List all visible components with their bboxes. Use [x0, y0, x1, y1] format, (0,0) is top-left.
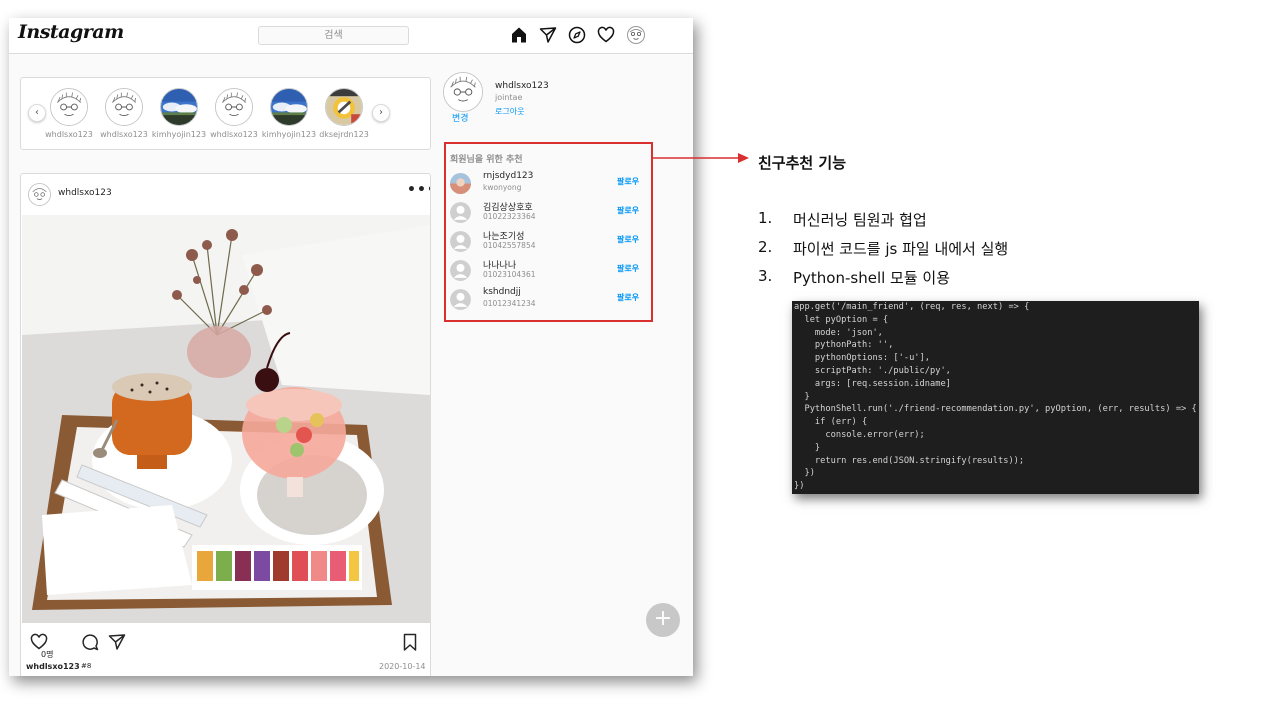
code-line: pythonPath: '',	[794, 340, 894, 351]
my-profile-avatar[interactable]	[443, 72, 483, 112]
story-item[interactable]: kimhyojin123	[260, 88, 318, 139]
code-line: }	[794, 391, 810, 402]
code-line: PythonShell.run('./friend-recommendation…	[794, 404, 1197, 415]
code-line: }	[794, 442, 821, 453]
story-username: whdlsxo123	[45, 130, 93, 139]
my-username[interactable]: whdlsxo123	[495, 81, 549, 91]
annotation-arrow	[652, 153, 749, 163]
annotation-text: 머신러닝 팀원과 협업	[793, 211, 927, 229]
code-line: mode: 'json',	[794, 327, 883, 338]
post-caption-username[interactable]: whdlsxo123	[26, 662, 80, 671]
story-avatar	[160, 88, 198, 126]
profile-avatar-icon[interactable]	[626, 25, 646, 45]
code-snippet: app.get('/main_friend', (req, res, next)…	[792, 301, 1199, 494]
story-avatar	[215, 88, 253, 126]
code-line: pythonOptions: ['-u'],	[794, 353, 930, 364]
story-username: whdlsxo123	[100, 130, 148, 139]
story-item[interactable]: whdlsxo123	[40, 88, 98, 139]
story-username: dksejrdn123	[319, 130, 369, 139]
my-display-name: jointae	[495, 93, 523, 102]
annotation-text: 파이썬 코드를 js 파일 내에서 실행	[793, 240, 1009, 258]
post-more-options-icon[interactable]: •••	[407, 182, 430, 198]
logout-link[interactable]: 로그아웃	[495, 106, 524, 117]
story-item[interactable]: dksejrdn123	[315, 88, 373, 139]
code-line: scriptPath: './public/py',	[794, 365, 951, 376]
story-item[interactable]: whdlsxo123	[205, 88, 263, 139]
annotation-number: 2.	[758, 238, 773, 256]
annotation-number: 3.	[758, 267, 773, 285]
story-item[interactable]: kimhyojin123	[150, 88, 208, 139]
post-date: 2020-10-14	[379, 662, 426, 671]
bookmark-icon[interactable]	[400, 632, 420, 652]
code-line: if (err) {	[794, 417, 868, 428]
post-header: whdlsxo123 •••	[21, 174, 430, 214]
stories-bar: ‹ whdlsxo123 whdlsxo123 kimhyojin123 whd…	[20, 77, 431, 150]
annotation-text: Python-shell 모듈 이용	[793, 269, 951, 287]
annotation-title: 친구추천 기능	[758, 154, 847, 172]
home-icon[interactable]	[509, 25, 529, 45]
post-photo[interactable]	[22, 215, 430, 623]
story-avatar	[105, 88, 143, 126]
story-avatar	[50, 88, 88, 126]
activity-heart-icon[interactable]	[596, 25, 616, 45]
instagram-logo[interactable]: Instagram	[18, 21, 124, 43]
story-username: whdlsxo123	[210, 130, 258, 139]
code-line: console.error(err);	[794, 429, 925, 440]
change-profile-link[interactable]: 변경	[452, 111, 469, 124]
direct-message-icon[interactable]	[538, 25, 558, 45]
story-avatar	[325, 88, 363, 126]
post-caption-tag[interactable]: #8	[81, 662, 91, 670]
add-post-button[interactable]: +	[646, 603, 680, 637]
story-username: kimhyojin123	[151, 130, 207, 139]
search-input[interactable]: 검색	[258, 26, 409, 45]
story-username: kimhyojin123	[261, 130, 317, 139]
share-icon[interactable]	[107, 632, 127, 652]
explore-compass-icon[interactable]	[567, 25, 587, 45]
post-author-username[interactable]: whdlsxo123	[58, 188, 112, 198]
code-line: app.get('/main_friend', (req, res, next)…	[794, 302, 1030, 312]
post-author-avatar[interactable]	[28, 183, 51, 206]
story-avatar	[270, 88, 308, 126]
top-navigation-bar: Instagram 검색	[9, 18, 693, 54]
like-count: 0명	[41, 650, 54, 659]
code-line: args: [req.session.idname]	[794, 378, 951, 389]
code-line: return res.end(JSON.stringify(results));	[794, 455, 1025, 466]
stories-next-button[interactable]: ›	[372, 104, 390, 122]
comment-icon[interactable]	[80, 632, 100, 652]
story-item[interactable]: whdlsxo123	[95, 88, 153, 139]
code-line: })	[794, 468, 815, 479]
feed-post: whdlsxo123 •••	[20, 173, 431, 676]
my-profile-card: 변경 whdlsxo123 jointae 로그아웃	[443, 72, 643, 128]
code-line: let pyOption = {	[794, 314, 889, 325]
post-actions	[21, 632, 430, 656]
annotation-number: 1.	[758, 209, 773, 227]
code-line: })	[794, 481, 805, 492]
recommendation-highlight-box	[444, 142, 653, 322]
